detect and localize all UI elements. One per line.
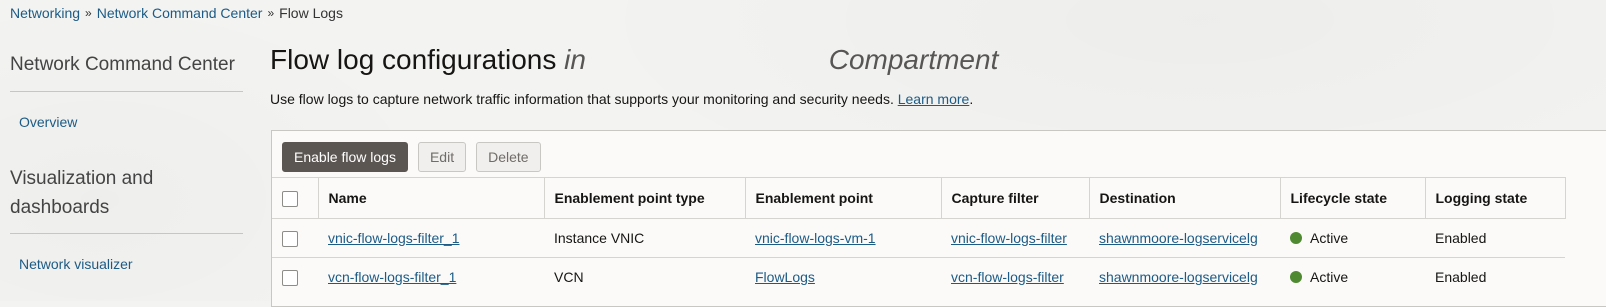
column-header-logging-state[interactable]: Logging state <box>1425 177 1566 219</box>
page-title-in: in <box>564 44 586 75</box>
column-header-enablement-point[interactable]: Enablement point <box>745 177 942 219</box>
flow-log-name-link[interactable]: vcn-flow-logs-filter_1 <box>328 269 456 285</box>
description-text: Use flow logs to capture network traffic… <box>270 91 894 107</box>
page-description: Use flow logs to capture network traffic… <box>270 91 1606 107</box>
logging-state-cell: Enabled <box>1425 218 1565 258</box>
capture-filter-link[interactable]: vnic-flow-logs-filter <box>951 230 1067 246</box>
status-active-icon <box>1290 232 1302 244</box>
row-select-cell <box>272 218 318 258</box>
enablement-point-link[interactable]: vnic-flow-logs-vm-1 <box>755 230 876 246</box>
table-row: vnic-flow-logs-filter_1 Instance VNIC vn… <box>272 218 1565 258</box>
sidebar-divider <box>10 91 243 92</box>
enablement-point-type-cell: VCN <box>544 257 745 296</box>
enable-flow-logs-button[interactable]: Enable flow logs <box>282 142 408 172</box>
select-all-cell <box>272 177 319 219</box>
breadcrumb-networking[interactable]: Networking <box>10 5 80 21</box>
breadcrumb: Networking » Network Command Center » Fl… <box>10 5 343 21</box>
sidebar-item-overview[interactable]: Overview <box>19 114 243 130</box>
table-row: vcn-flow-logs-filter_1 VCN FlowLogs vcn-… <box>272 257 1565 296</box>
sidebar-section-title: Visualization and dashboards <box>10 168 154 218</box>
column-header-enablement-point-type[interactable]: Enablement point type <box>544 177 746 219</box>
toolbar: Enable flow logs Edit Delete <box>282 142 541 172</box>
page-title-compartment: Compartment <box>828 44 999 75</box>
flow-log-name-link[interactable]: vnic-flow-logs-filter_1 <box>328 230 459 246</box>
logging-state-cell: Enabled <box>1425 257 1565 296</box>
page-title: Flow log configurations in Compartment <box>270 40 1606 80</box>
main-content: Flow log configurations in Compartment U… <box>270 40 1606 107</box>
destination-link[interactable]: shawnmoore-logservicelg <box>1099 230 1258 246</box>
enablement-point-link[interactable]: FlowLogs <box>755 269 815 285</box>
name-cell: vcn-flow-logs-filter_1 <box>318 257 544 296</box>
edit-button[interactable]: Edit <box>417 142 467 172</box>
description-end: . <box>969 91 974 107</box>
destination-cell: shawnmoore-logservicelg <box>1089 218 1280 258</box>
sidebar-divider <box>10 233 243 234</box>
row-select-cell <box>272 257 318 296</box>
column-header-lifecycle-state[interactable]: Lifecycle state <box>1280 177 1426 219</box>
enablement-point-cell: FlowLogs <box>745 257 941 296</box>
flow-logs-table: Name Enablement point type Enablement po… <box>272 177 1566 296</box>
lifecycle-state-cell: Active <box>1280 218 1425 258</box>
sidebar-item-network-visualizer[interactable]: Network visualizer <box>19 256 243 272</box>
column-header-name[interactable]: Name <box>318 177 545 219</box>
breadcrumb-separator: » <box>85 6 92 20</box>
capture-filter-link[interactable]: vcn-flow-logs-filter <box>951 269 1064 285</box>
enablement-point-cell: vnic-flow-logs-vm-1 <box>745 218 941 258</box>
name-cell: vnic-flow-logs-filter_1 <box>318 218 544 258</box>
destination-link[interactable]: shawnmoore-logservicelg <box>1099 269 1258 285</box>
sidebar-section-title: Network Command Center <box>10 54 235 75</box>
column-header-destination[interactable]: Destination <box>1089 177 1281 219</box>
capture-filter-cell: vnic-flow-logs-filter <box>941 218 1089 258</box>
column-header-capture-filter[interactable]: Capture filter <box>941 177 1090 219</box>
capture-filter-cell: vcn-flow-logs-filter <box>941 257 1089 296</box>
page-title-text: Flow log configurations <box>270 44 557 75</box>
row-checkbox[interactable] <box>282 269 298 286</box>
lifecycle-state-cell: Active <box>1280 257 1425 296</box>
lifecycle-state-text: Active <box>1310 269 1349 285</box>
destination-cell: shawnmoore-logservicelg <box>1089 257 1280 296</box>
flow-logs-panel: Enable flow logs Edit Delete Name Enable… <box>271 130 1606 307</box>
breadcrumb-separator: » <box>267 6 275 20</box>
breadcrumb-network-command-center[interactable]: Network Command Center <box>97 5 263 21</box>
sidebar: Network Command Center Overview Visualiz… <box>10 50 243 272</box>
breadcrumb-current: Flow Logs <box>279 5 343 21</box>
lifecycle-state-text: Active <box>1310 230 1349 246</box>
enablement-point-type-cell: Instance VNIC <box>544 218 745 258</box>
table-header-row: Name Enablement point type Enablement po… <box>272 177 1566 219</box>
status-active-icon <box>1290 271 1302 283</box>
select-all-checkbox[interactable] <box>282 190 298 207</box>
learn-more-link[interactable]: Learn more <box>898 91 970 107</box>
delete-button[interactable]: Delete <box>476 142 541 172</box>
row-checkbox[interactable] <box>282 230 298 247</box>
